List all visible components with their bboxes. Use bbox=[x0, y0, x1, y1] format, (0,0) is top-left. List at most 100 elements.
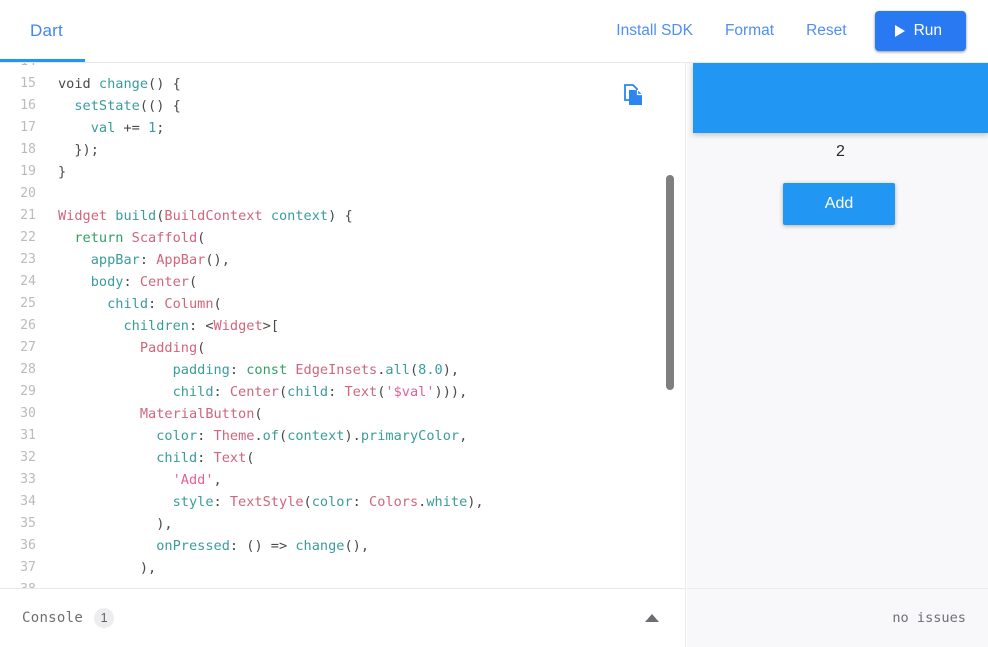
tab-strip: Dart bbox=[0, 0, 85, 62]
code-line-text: appBar: AppBar(), bbox=[46, 249, 230, 271]
code-line: 14 bbox=[0, 63, 686, 73]
code-line-text: Padding( bbox=[46, 337, 205, 359]
issues-status: no issues bbox=[892, 610, 966, 626]
copy-icon[interactable] bbox=[621, 83, 645, 107]
code-line: 26 children: <Widget>[ bbox=[0, 315, 686, 337]
status-bar: no issues bbox=[687, 588, 988, 647]
line-number: 36 bbox=[0, 535, 46, 557]
line-number: 20 bbox=[0, 183, 46, 205]
dartpad-app: Dart Install SDK Format Reset Run 1415vo… bbox=[0, 0, 988, 647]
caret-up-icon bbox=[645, 614, 659, 622]
code-line-text: }); bbox=[46, 139, 99, 161]
console-collapse-button[interactable] bbox=[639, 605, 665, 631]
line-number: 19 bbox=[0, 161, 46, 183]
preview-appbar bbox=[693, 63, 988, 133]
line-number: 27 bbox=[0, 337, 46, 359]
line-number: 16 bbox=[0, 95, 46, 117]
line-number: 30 bbox=[0, 403, 46, 425]
code-line-text: ), bbox=[46, 557, 156, 579]
code-line: 32 child: Text( bbox=[0, 447, 686, 469]
format-link[interactable]: Format bbox=[709, 14, 790, 48]
editor-scrollbar[interactable] bbox=[665, 63, 675, 588]
code-line: 34 style: TextStyle(color: Colors.white)… bbox=[0, 491, 686, 513]
code-line-text: child: Center(child: Text('$val'))), bbox=[46, 381, 467, 403]
code-content: 1415void change() {16 setState(() {17 va… bbox=[0, 63, 686, 588]
line-number: 25 bbox=[0, 293, 46, 315]
code-line: 28 padding: const EdgeInsets.all(8.0), bbox=[0, 359, 686, 381]
line-number: 26 bbox=[0, 315, 46, 337]
line-number: 32 bbox=[0, 447, 46, 469]
code-line-text: return Scaffold( bbox=[46, 227, 205, 249]
code-line-text: . bbox=[46, 579, 148, 588]
line-number: 38 bbox=[0, 579, 46, 588]
code-line: 29 child: Center(child: Text('$val'))), bbox=[0, 381, 686, 403]
code-line-text: MaterialButton( bbox=[46, 403, 263, 425]
play-icon bbox=[895, 25, 905, 37]
console-badge: 1 bbox=[94, 608, 114, 628]
editor-scrollbar-thumb[interactable] bbox=[666, 175, 674, 390]
preview-add-button[interactable]: Add bbox=[783, 183, 895, 225]
code-editor[interactable]: 1415void change() {16 setState(() {17 va… bbox=[0, 63, 686, 588]
code-line: 22 return Scaffold( bbox=[0, 227, 686, 249]
line-number: 17 bbox=[0, 117, 46, 139]
run-button-label: Run bbox=[914, 22, 942, 40]
line-number: 24 bbox=[0, 271, 46, 293]
code-line: 20 bbox=[0, 183, 686, 205]
code-line: 24 body: Center( bbox=[0, 271, 686, 293]
line-number: 14 bbox=[0, 63, 46, 73]
line-number: 37 bbox=[0, 557, 46, 579]
code-line: 21Widget build(BuildContext context) { bbox=[0, 205, 686, 227]
code-line: 18 }); bbox=[0, 139, 686, 161]
run-button[interactable]: Run bbox=[875, 11, 966, 51]
line-number: 22 bbox=[0, 227, 46, 249]
counter-value: 2 bbox=[693, 143, 988, 161]
code-line-text: child: Text( bbox=[46, 447, 254, 469]
code-line: 27 Padding( bbox=[0, 337, 686, 359]
code-line: 35 ), bbox=[0, 513, 686, 535]
code-line-text: setState(() { bbox=[46, 95, 181, 117]
install-sdk-link[interactable]: Install SDK bbox=[600, 14, 709, 48]
app-header: Dart Install SDK Format Reset Run bbox=[0, 0, 988, 63]
tab-dart[interactable]: Dart bbox=[0, 0, 85, 62]
code-line-text: ), bbox=[46, 513, 173, 535]
code-line: 16 setState(() { bbox=[0, 95, 686, 117]
code-line-text: padding: const EdgeInsets.all(8.0), bbox=[46, 359, 459, 381]
code-line-text: 'Add', bbox=[46, 469, 222, 491]
line-number: 15 bbox=[0, 73, 46, 95]
code-line-text: } bbox=[46, 161, 66, 183]
line-number: 31 bbox=[0, 425, 46, 447]
code-line-text: style: TextStyle(color: Colors.white), bbox=[46, 491, 484, 513]
code-line: 25 child: Column( bbox=[0, 293, 686, 315]
line-number: 33 bbox=[0, 469, 46, 491]
line-number: 23 bbox=[0, 249, 46, 271]
code-line-text: Widget build(BuildContext context) { bbox=[46, 205, 353, 227]
line-number: 29 bbox=[0, 381, 46, 403]
line-number: 21 bbox=[0, 205, 46, 227]
console-label: Console bbox=[22, 610, 83, 626]
line-number: 28 bbox=[0, 359, 46, 381]
code-line-text: body: Center( bbox=[46, 271, 197, 293]
code-line: 37 ), bbox=[0, 557, 686, 579]
code-line: 31 color: Theme.of(context).primaryColor… bbox=[0, 425, 686, 447]
code-line-text: children: <Widget>[ bbox=[46, 315, 279, 337]
code-line-text: onPressed: () => change(), bbox=[46, 535, 369, 557]
code-line-text: color: Theme.of(context).primaryColor, bbox=[46, 425, 467, 447]
code-line: 23 appBar: AppBar(), bbox=[0, 249, 686, 271]
code-line: 17 val += 1; bbox=[0, 117, 686, 139]
reset-link[interactable]: Reset bbox=[790, 14, 863, 48]
code-line-text: val += 1; bbox=[46, 117, 164, 139]
line-number: 18 bbox=[0, 139, 46, 161]
code-line-text: child: Column( bbox=[46, 293, 222, 315]
tab-dart-label: Dart bbox=[30, 21, 63, 41]
code-line: 36 onPressed: () => change(), bbox=[0, 535, 686, 557]
console-bar[interactable]: Console 1 bbox=[0, 588, 686, 647]
header-actions: Install SDK Format Reset Run bbox=[600, 0, 966, 62]
code-line-text: void change() { bbox=[46, 73, 181, 95]
code-line: 19} bbox=[0, 161, 686, 183]
code-line: 15void change() { bbox=[0, 73, 686, 95]
code-line: 33 'Add', bbox=[0, 469, 686, 491]
code-line: 38 . bbox=[0, 579, 686, 588]
line-number: 34 bbox=[0, 491, 46, 513]
app-preview: 2 Add bbox=[687, 63, 988, 588]
line-number: 35 bbox=[0, 513, 46, 535]
